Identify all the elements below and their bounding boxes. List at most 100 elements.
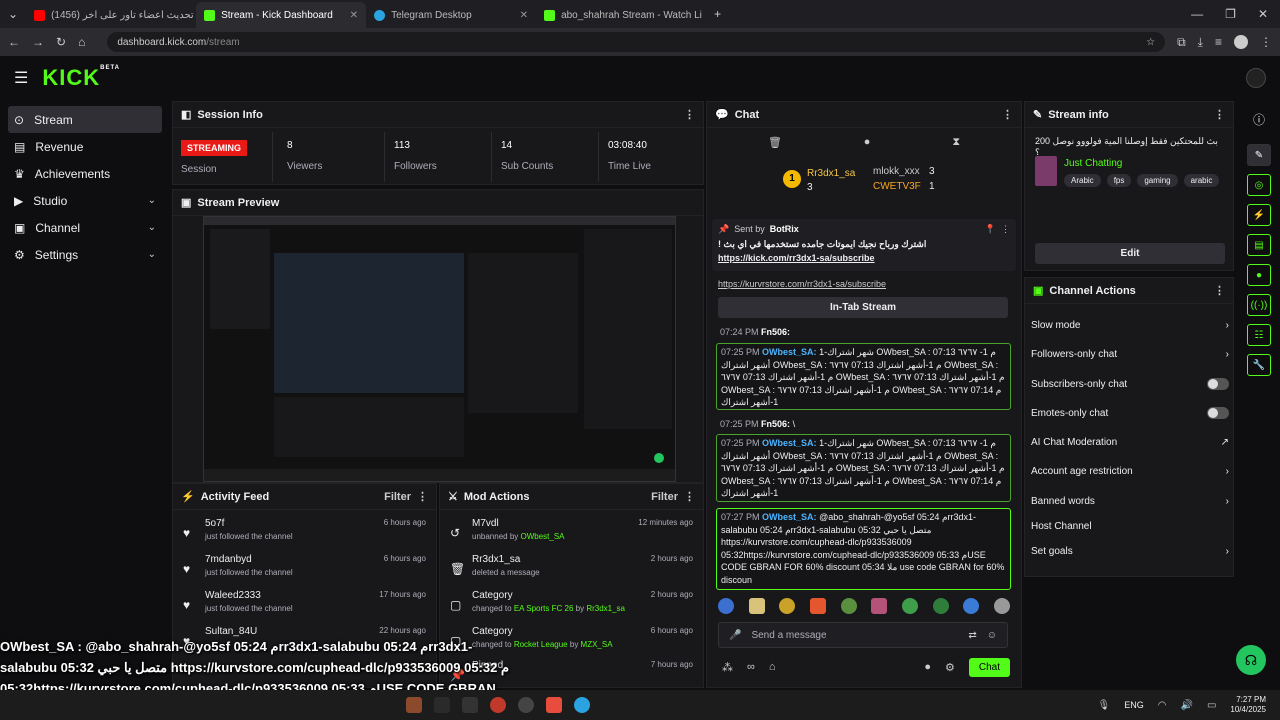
filter-button[interactable]: Filter: [384, 491, 411, 503]
speech-bubble-icon[interactable]: ●: [864, 136, 871, 149]
emote-icon[interactable]: [993, 598, 1010, 614]
emote-icon[interactable]: [718, 598, 734, 614]
wifi-icon[interactable]: ◠: [1158, 700, 1167, 711]
support-headset-icon[interactable]: ☊: [1236, 645, 1266, 675]
forward-icon[interactable]: →: [32, 35, 44, 49]
browser-tab-kick-watch[interactable]: abo_shahrah Stream - Watch Li✕: [536, 2, 706, 28]
pencil-icon[interactable]: ✎: [1247, 144, 1271, 166]
download-icon[interactable]: ⤓: [1198, 35, 1203, 50]
menu-dots-icon[interactable]: ⋮: [684, 108, 695, 121]
menu-dots-icon[interactable]: ⋮: [1002, 108, 1013, 121]
host-channel-action[interactable]: Host Channel: [1031, 517, 1229, 535]
app-icon[interactable]: [462, 697, 478, 713]
filter-button[interactable]: Filter: [651, 491, 678, 503]
stream-video-player[interactable]: [203, 216, 676, 482]
reload-icon[interactable]: ↻: [56, 35, 66, 49]
app-icon[interactable]: [434, 697, 450, 713]
media-icon[interactable]: ≡: [1215, 35, 1222, 49]
minimize-icon[interactable]: —: [1191, 7, 1203, 21]
info-icon[interactable]: ⓘ: [1240, 111, 1278, 128]
close-icon[interactable]: ✕: [350, 10, 358, 21]
menu-dots-icon[interactable]: ⋮: [1214, 108, 1225, 121]
extensions-icon[interactable]: ⧉: [1177, 35, 1186, 50]
hourglass-icon[interactable]: ⧗: [952, 136, 960, 149]
emote-icon[interactable]: [779, 598, 796, 614]
bookmark-star-icon[interactable]: ☆: [1146, 37, 1155, 48]
notes-icon[interactable]: ▤: [1247, 234, 1271, 256]
target-icon[interactable]: ◎: [1247, 174, 1271, 196]
lightning-icon[interactable]: ⚡: [1247, 204, 1271, 226]
volume-icon[interactable]: 🔊: [1181, 700, 1193, 711]
emote-icon[interactable]: [748, 598, 765, 614]
battery-icon[interactable]: ▭: [1207, 700, 1216, 711]
chat-input[interactable]: 🎤 Send a message ⇄ ☺: [718, 622, 1008, 648]
sidebar-item-revenue[interactable]: ▤ Revenue: [8, 133, 162, 160]
emote-icon[interactable]: [871, 598, 888, 614]
slow-mode-action[interactable]: Slow mode ›: [1031, 316, 1229, 334]
in-tab-stream-button[interactable]: In-Tab Stream: [718, 297, 1008, 318]
sidebar-item-settings[interactable]: ⚙ Settings ⌄: [8, 241, 162, 268]
sidebar-item-studio[interactable]: ▶ Studio ⌄: [8, 187, 162, 214]
sidebar-item-channel[interactable]: ▣ Channel ⌄: [8, 214, 162, 241]
close-icon[interactable]: ✕: [520, 10, 528, 21]
tab-list-chevron-icon[interactable]: ⌄: [8, 7, 18, 21]
profile-avatar[interactable]: [1234, 35, 1248, 49]
telegram-icon[interactable]: [574, 697, 590, 713]
menu-dots-icon[interactable]: ⋮: [684, 490, 695, 503]
home-icon[interactable]: ⌂: [78, 35, 85, 49]
menu-dots-icon[interactable]: ⋮: [1001, 224, 1010, 235]
followers-only-action[interactable]: Followers-only chat ›: [1031, 345, 1229, 363]
trash-icon[interactable]: 🗑: [768, 136, 782, 149]
menu-dots-icon[interactable]: ⋮: [417, 490, 428, 503]
new-tab-icon[interactable]: +: [714, 7, 721, 21]
kick-logo[interactable]: KICKBETA: [42, 65, 120, 91]
browser-tab-telegram[interactable]: Telegram Desktop ✕: [366, 2, 536, 28]
app-icon[interactable]: [518, 697, 534, 713]
translate-icon[interactable]: ⇄: [968, 630, 976, 641]
maximize-icon[interactable]: ❐: [1225, 7, 1236, 21]
set-goals-action[interactable]: Set goals ›: [1031, 542, 1229, 560]
sidebar-item-stream[interactable]: ⊙ Stream: [8, 106, 162, 133]
layout-icon[interactable]: ☷: [1247, 324, 1271, 346]
wrench-icon[interactable]: 🔧: [1247, 354, 1271, 376]
sidebar-item-achievements[interactable]: ♛ Achievements: [8, 160, 162, 187]
category-thumbnail[interactable]: [1035, 156, 1057, 186]
menu-dots-icon[interactable]: ⋮: [1214, 284, 1225, 297]
menu-dots-icon[interactable]: ⋮: [1260, 35, 1272, 49]
gear-icon[interactable]: ⚙: [945, 661, 955, 674]
user-avatar[interactable]: [1246, 68, 1266, 88]
unpin-icon[interactable]: 📍: [985, 224, 996, 235]
hamburger-menu-icon[interactable]: ☰: [14, 68, 28, 88]
app-icon[interactable]: [546, 697, 562, 713]
microphone-icon[interactable]: 🎙: [1098, 700, 1111, 711]
subscribers-only-toggle[interactable]: [1207, 378, 1229, 390]
list-item: ♥ 5o7f just followed the channel 6 hours ag…: [183, 518, 426, 554]
emoji-icon[interactable]: ☺: [987, 630, 997, 641]
banned-words-action[interactable]: Banned words ›: [1031, 492, 1229, 510]
app-icon[interactable]: [406, 697, 422, 713]
emotes-only-toggle[interactable]: [1207, 407, 1229, 419]
account-age-action[interactable]: Account age restriction ›: [1031, 462, 1229, 480]
chat-bubble-icon[interactable]: ●: [924, 661, 931, 673]
emote-icon[interactable]: [901, 598, 918, 614]
emote-icon[interactable]: [932, 598, 949, 614]
browser-tab-kick[interactable]: Stream - Kick Dashboard ✕: [196, 2, 367, 28]
clock[interactable]: 7:27 PM 10/4/2025: [1230, 695, 1266, 715]
app-icon[interactable]: [490, 697, 506, 713]
infinity-icon[interactable]: ∞: [747, 661, 755, 673]
broadcast-icon[interactable]: ((·)): [1247, 294, 1271, 316]
store-icon[interactable]: ⌂: [769, 661, 776, 673]
url-field[interactable]: dashboard.kick.com/stream ☆: [107, 32, 1166, 52]
emote-icon[interactable]: [809, 598, 826, 614]
microphone-icon[interactable]: 🎤: [729, 630, 741, 641]
back-icon[interactable]: ←: [8, 35, 20, 49]
send-chat-button[interactable]: Chat: [968, 657, 1010, 677]
emote-icon[interactable]: [840, 598, 857, 614]
browser-tab-youtube[interactable]: (1456) تحديث اعضاء تاور على اخر✕: [26, 2, 196, 28]
users-icon[interactable]: ⁂: [722, 661, 733, 674]
ai-moderation-action[interactable]: AI Chat Moderation ↗: [1031, 433, 1229, 451]
chat-icon[interactable]: ●: [1247, 264, 1271, 286]
close-window-icon[interactable]: ✕: [1258, 7, 1268, 21]
emote-icon[interactable]: [963, 598, 980, 614]
edit-button[interactable]: Edit: [1035, 243, 1225, 264]
